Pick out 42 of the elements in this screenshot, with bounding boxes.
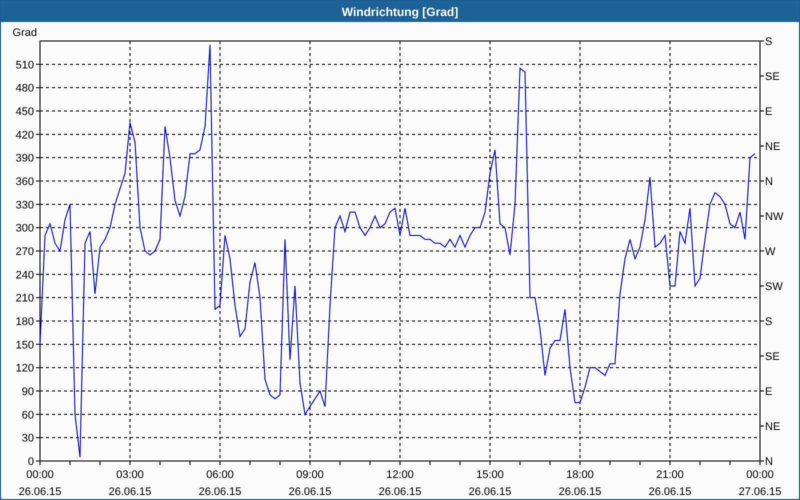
direction-label: E [765, 106, 772, 118]
direction-label: SW [765, 281, 783, 293]
y-tick-label: 60 [22, 409, 34, 422]
y-tick-label: 450 [16, 106, 34, 118]
x-tick-label: 09:00 26.06.15 [288, 469, 332, 498]
direction-label: W [765, 246, 776, 258]
window-title: Windrichtung [Grad] [1, 1, 799, 22]
y-tick-label: 270 [16, 246, 34, 258]
x-tick-label: 00:00 26.06.15 [18, 469, 62, 498]
direction-label: SE [765, 71, 780, 83]
y-tick-label: 0 [28, 456, 34, 468]
x-tick-label: 03:00 26.06.15 [108, 469, 152, 498]
y-tick-label: 90 [22, 386, 34, 398]
direction-label: NE [765, 141, 780, 153]
direction-label: E [765, 386, 772, 398]
x-tick-label: 21:00 26.06.15 [648, 469, 692, 498]
y-tick-label: 120 [16, 362, 34, 375]
x-tick-label: 06:00 26.06.15 [198, 469, 242, 498]
direction-label: N [765, 176, 773, 188]
y-tick-label: 510 [16, 59, 34, 72]
y-tick-label: 360 [16, 176, 34, 188]
x-tick-label: 00:00 27.06.15 [738, 469, 782, 498]
x-tick-label: 15:00 26.06.15 [468, 469, 512, 498]
y-tick-label: 30 [22, 432, 34, 445]
y-tick-label: 240 [16, 269, 34, 282]
y-tick-label: 210 [16, 292, 34, 305]
direction-label: SE [765, 351, 780, 363]
direction-label: N [765, 456, 773, 468]
y-tick-label: 420 [16, 129, 34, 142]
y-tick-label: 150 [16, 339, 34, 352]
y-tick-label: 390 [16, 152, 34, 165]
y-axis-title: Grad [12, 27, 37, 39]
direction-label: S [765, 36, 772, 48]
direction-label: NW [765, 211, 784, 223]
y-tick-label: 330 [16, 199, 34, 212]
y-tick-label: 180 [16, 316, 34, 328]
y-tick-label: 480 [16, 82, 34, 95]
y-tick-label: 300 [16, 222, 34, 235]
x-tick-label: 18:00 26.06.15 [558, 469, 602, 498]
direction-label: S [765, 316, 772, 328]
x-tick-label: 12:00 26.06.15 [378, 469, 422, 498]
direction-label: NE [765, 421, 780, 433]
